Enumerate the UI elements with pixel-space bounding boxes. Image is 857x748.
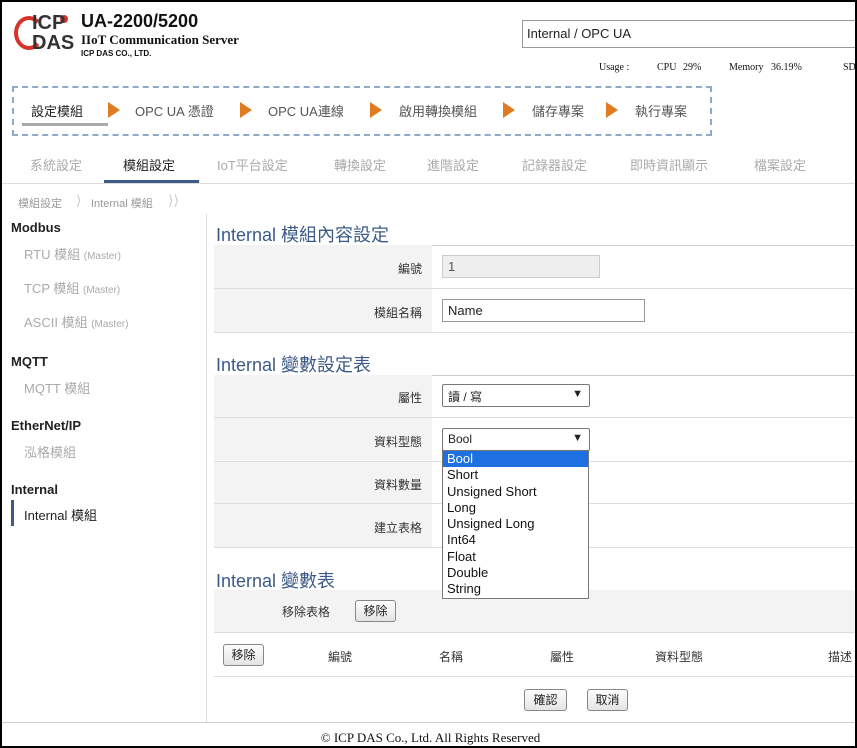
breadcrumb-separator-icon: ⟩ [76, 192, 82, 208]
wizard-step-module[interactable]: 設定模組 [31, 101, 83, 120]
data-type-select-value: Bool [448, 432, 473, 446]
column-header-data-type: 資料型態 [655, 650, 704, 664]
attribute-row: 屬性 讀 / 寫 ▼ [214, 375, 855, 418]
option-int64[interactable]: Int64 [443, 532, 588, 548]
option-unsigned-long[interactable]: Unsigned Long [443, 516, 588, 532]
sidebar-item-note: (Master) [91, 319, 129, 330]
wizard-active-underline [22, 123, 108, 126]
breadcrumb-internal-module[interactable]: Internal 模組 [91, 195, 153, 211]
sidebar-group-mqtt: MQTT [11, 354, 48, 369]
module-name-field[interactable]: Name [442, 299, 645, 322]
memory-label: Memory [729, 62, 764, 73]
tab-system[interactable]: 系統設定 [30, 155, 82, 174]
wizard-arrow-icon [503, 102, 515, 118]
breadcrumb-separator-icon: ⟩⟩ [168, 192, 179, 208]
app-window: ICP DAS UA-2200/5200 IIoT Communication … [0, 0, 857, 748]
wizard-step-save[interactable]: 儲存專案 [532, 101, 584, 120]
module-section-title: Internal 模組內容設定 [216, 225, 390, 245]
sidebar-group-ethernetip: EtherNet/IP [11, 418, 82, 433]
column-header-attribute: 屬性 [550, 650, 575, 664]
remove-selected-button[interactable]: 移除 [223, 644, 264, 666]
option-double[interactable]: Double [443, 565, 588, 581]
tab-advanced[interactable]: 進階設定 [427, 155, 479, 174]
wizard-arrow-icon [606, 102, 618, 118]
sidebar-item-internal[interactable]: Internal 模組 [24, 505, 97, 524]
sidebar-group-internal: Internal [11, 482, 58, 497]
module-id-field: 1 [442, 255, 600, 278]
tab-realtime[interactable]: 即時資訊顯示 [630, 155, 708, 174]
tab-iot[interactable]: IoT平台設定 [217, 155, 288, 174]
option-unsigned-short[interactable]: Unsigned Short [443, 484, 588, 500]
footer-copyright: © ICP DAS Co., Ltd. All Rights Reserved [2, 722, 855, 746]
module-id-label: 編號 [397, 262, 422, 276]
cpu-value: 29% [683, 62, 702, 73]
tab-conversion[interactable]: 轉換設定 [334, 155, 386, 174]
data-type-select[interactable]: Bool ▼ [442, 428, 590, 451]
sidebar-item-note: (Master) [83, 285, 121, 296]
memory-value: 36.19% [771, 62, 802, 73]
data-type-label: 資料型態 [373, 435, 422, 449]
wizard-arrow-icon [108, 102, 120, 118]
breadcrumb-module-settings[interactable]: 模組設定 [18, 195, 62, 211]
product-title: UA-2200/5200 [81, 11, 199, 31]
option-long[interactable]: Long [443, 500, 588, 516]
wizard-step-run[interactable]: 執行專案 [635, 101, 687, 120]
sidebar-item-label: TCP 模組 [24, 281, 80, 296]
sidebar-item-tcp[interactable]: TCP 模組 (Master) [24, 278, 120, 297]
tab-module[interactable]: 模組設定 [123, 155, 175, 174]
variable-section-title: Internal 變數設定表 [216, 355, 372, 375]
wizard-arrow-icon [370, 102, 382, 118]
create-table-label: 建立表格 [373, 521, 422, 535]
sidebar-active-marker [11, 500, 14, 526]
sidebar-item-label: ASCII 模組 [24, 315, 88, 330]
data-type-dropdown-list[interactable]: Bool Short Unsigned Short Long Unsigned … [442, 450, 589, 599]
option-short[interactable]: Short [443, 467, 588, 483]
column-header-name: 名稱 [439, 650, 464, 664]
tab-logger[interactable]: 記錄器設定 [522, 155, 587, 174]
icpdas-logo: ICP DAS [14, 12, 74, 56]
module-name-row: 模組名稱 Name [214, 289, 855, 333]
sidebar-item-note: (Master) [83, 251, 121, 262]
sidebar-item-icpdas-module[interactable]: 泓格模組 [24, 442, 76, 461]
confirm-button[interactable]: 確認 [524, 689, 567, 711]
product-subtitle: IIoT Communication Server [81, 32, 239, 47]
sidebar-group-modbus: Modbus [11, 220, 61, 235]
option-bool[interactable]: Bool [443, 451, 588, 468]
option-float[interactable]: Float [443, 549, 588, 565]
wizard-step-certificate[interactable]: OPC UA 憑證 [135, 101, 214, 120]
attribute-select-value: 讀 / 寫 [448, 390, 483, 404]
option-string[interactable]: String [443, 581, 588, 597]
module-selector[interactable]: Internal / OPC UA [522, 20, 855, 48]
module-name-label: 模組名稱 [373, 306, 422, 320]
company-name: ICP DAS CO., LTD. [81, 49, 152, 58]
chevron-down-icon: ▼ [572, 432, 583, 444]
remove-table-label: 移除表格 [282, 605, 331, 619]
wizard-step-connection[interactable]: OPC UA連線 [268, 101, 344, 120]
cancel-button[interactable]: 取消 [587, 689, 628, 711]
sidebar-item-mqtt[interactable]: MQTT 模組 [24, 378, 90, 397]
remove-table-button[interactable]: 移除 [355, 600, 396, 622]
sidebar-item-label: RTU 模組 [24, 247, 81, 262]
sidebar-divider [206, 214, 207, 724]
wizard-step-enable[interactable]: 啟用轉換模組 [399, 101, 477, 120]
cpu-label: CPU [657, 62, 677, 73]
tab-file[interactable]: 檔案設定 [754, 155, 806, 174]
table-header-row [214, 633, 855, 677]
module-id-row: 編號 1 [214, 245, 855, 289]
sd-label: SD [843, 62, 856, 73]
nav-divider [2, 183, 855, 184]
sidebar-item-rtu[interactable]: RTU 模組 (Master) [24, 244, 121, 263]
wizard-arrow-icon [240, 102, 252, 118]
attribute-label: 屬性 [397, 391, 422, 405]
sidebar-item-ascii[interactable]: ASCII 模組 (Master) [24, 312, 128, 331]
setup-wizard: 設定模組 OPC UA 憑證 OPC UA連線 啟用轉換模組 儲存專案 執行專案 [12, 86, 712, 136]
attribute-select[interactable]: 讀 / 寫 ▼ [442, 384, 590, 407]
chevron-down-icon: ▼ [572, 388, 583, 400]
column-header-id: 編號 [328, 650, 353, 664]
column-header-description: 描述 [828, 650, 853, 664]
logo-bottom-text: DAS [32, 32, 75, 54]
usage-label: Usage : [599, 62, 630, 73]
data-count-label: 資料數量 [373, 478, 422, 492]
